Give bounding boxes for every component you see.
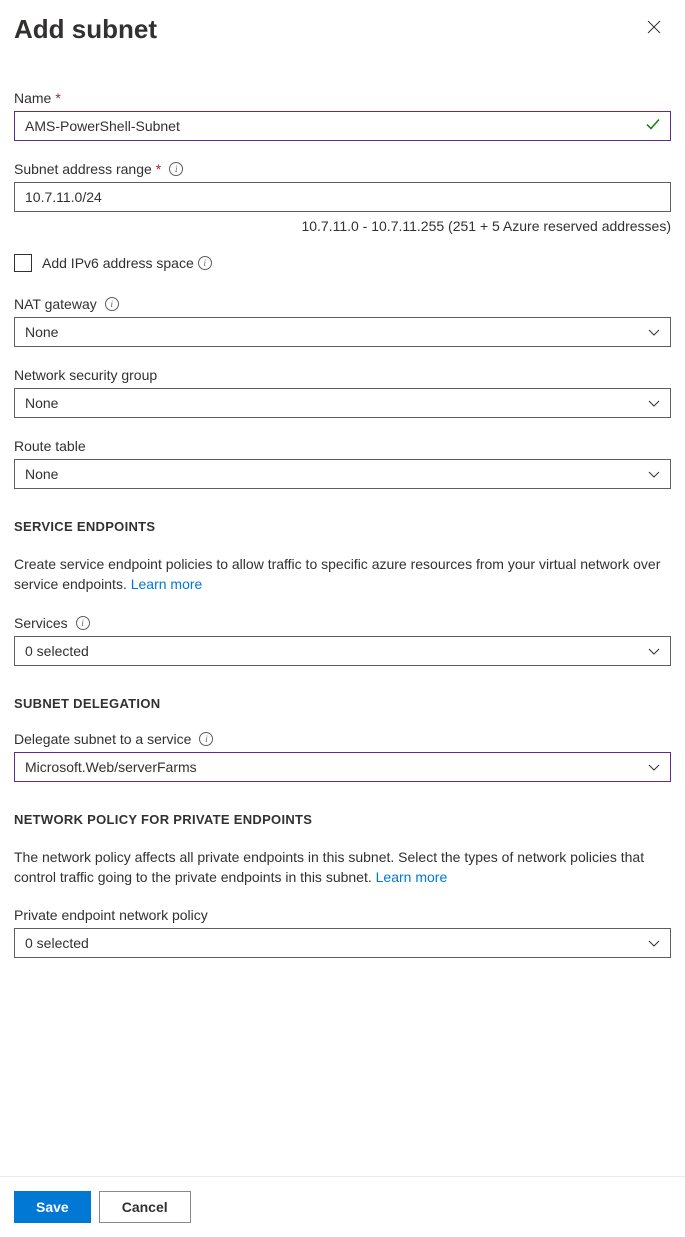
nat-gateway-select[interactable]: None: [14, 317, 671, 347]
private-endpoint-label: Private endpoint network policy: [14, 907, 671, 923]
network-policy-desc: The network policy affects all private e…: [14, 847, 671, 888]
nat-gateway-label: NAT gateway i: [14, 296, 671, 312]
ipv6-label-text: Add IPv6 address space: [42, 255, 194, 271]
name-label: Name *: [14, 90, 671, 106]
route-table-value: None: [25, 466, 58, 482]
ipv6-checkbox[interactable]: [14, 254, 32, 272]
service-endpoints-desc: Create service endpoint policies to allo…: [14, 554, 671, 595]
address-range-input[interactable]: [14, 182, 671, 212]
services-label: Services i: [14, 615, 671, 631]
service-endpoints-heading: SERVICE ENDPOINTS: [14, 519, 671, 534]
delegate-label: Delegate subnet to a service i: [14, 731, 671, 747]
info-icon[interactable]: i: [199, 732, 213, 746]
cancel-button[interactable]: Cancel: [99, 1191, 191, 1223]
route-table-select[interactable]: None: [14, 459, 671, 489]
delegate-value: Microsoft.Web/serverFarms: [25, 759, 197, 775]
nsg-label: Network security group: [14, 367, 671, 383]
network-policy-heading: NETWORK POLICY FOR PRIVATE ENDPOINTS: [14, 812, 671, 827]
info-icon[interactable]: i: [169, 162, 183, 176]
required-indicator: *: [156, 161, 161, 177]
address-range-label-text: Subnet address range: [14, 161, 152, 177]
delegate-label-text: Delegate subnet to a service: [14, 731, 191, 747]
chevron-down-icon: [648, 395, 660, 411]
name-input[interactable]: [14, 111, 671, 141]
private-endpoint-select[interactable]: 0 selected: [14, 928, 671, 958]
address-range-label: Subnet address range * i: [14, 161, 671, 177]
save-button[interactable]: Save: [14, 1191, 91, 1223]
chevron-down-icon: [648, 643, 660, 659]
ipv6-label: Add IPv6 address space i: [42, 255, 212, 271]
nsg-value: None: [25, 395, 58, 411]
check-icon: [645, 117, 661, 136]
close-button[interactable]: [641, 14, 667, 43]
nat-gateway-label-text: NAT gateway: [14, 296, 97, 312]
required-indicator: *: [55, 90, 60, 106]
services-value: 0 selected: [25, 643, 89, 659]
address-range-helper: 10.7.11.0 - 10.7.11.255 (251 + 5 Azure r…: [14, 218, 671, 234]
info-icon[interactable]: i: [105, 297, 119, 311]
close-icon: [647, 20, 661, 34]
info-icon[interactable]: i: [76, 616, 90, 630]
services-label-text: Services: [14, 615, 68, 631]
info-icon[interactable]: i: [198, 256, 212, 270]
name-label-text: Name: [14, 90, 51, 106]
route-table-label: Route table: [14, 438, 671, 454]
nat-gateway-value: None: [25, 324, 58, 340]
service-endpoints-learn-more-link[interactable]: Learn more: [131, 576, 203, 592]
chevron-down-icon: [648, 466, 660, 482]
private-endpoint-value: 0 selected: [25, 935, 89, 951]
nsg-select[interactable]: None: [14, 388, 671, 418]
network-policy-desc-text: The network policy affects all private e…: [14, 849, 644, 885]
services-select[interactable]: 0 selected: [14, 636, 671, 666]
network-policy-learn-more-link[interactable]: Learn more: [376, 869, 448, 885]
subnet-delegation-heading: SUBNET DELEGATION: [14, 696, 671, 711]
service-endpoints-desc-text: Create service endpoint policies to allo…: [14, 556, 660, 592]
chevron-down-icon: [648, 759, 660, 775]
chevron-down-icon: [648, 324, 660, 340]
panel-title: Add subnet: [14, 14, 157, 45]
chevron-down-icon: [648, 935, 660, 951]
delegate-select[interactable]: Microsoft.Web/serverFarms: [14, 752, 671, 782]
